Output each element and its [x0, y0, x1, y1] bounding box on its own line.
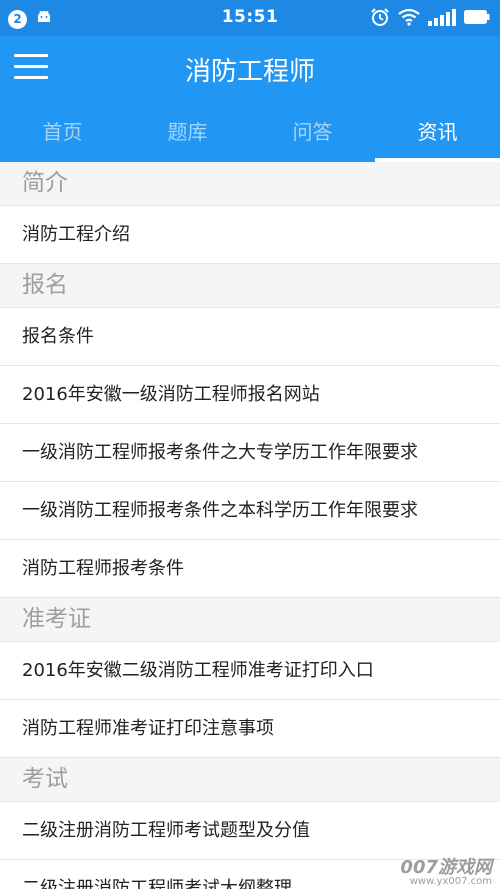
wifi-icon	[398, 8, 420, 30]
section-header-exam: 考试	[0, 758, 500, 802]
alarm-clock-icon	[370, 7, 390, 31]
list-item[interactable]: 2016年安徽一级消防工程师报名网站	[0, 366, 500, 424]
section-header-admission-ticket: 准考证	[0, 598, 500, 642]
status-bar: 2 15:51	[0, 0, 500, 36]
tab-bar: 首页 题库 问答 资讯	[0, 106, 500, 162]
battery-icon	[464, 9, 490, 29]
site-watermark: 007游戏网 www.yx007.com	[400, 853, 492, 887]
list-item[interactable]: 消防工程师报考条件	[0, 540, 500, 598]
list-item[interactable]: 报名条件	[0, 308, 500, 366]
list-item[interactable]: 一级消防工程师报考条件之大专学历工作年限要求	[0, 424, 500, 482]
list-item[interactable]: 2016年安徽二级消防工程师准考证打印入口	[0, 642, 500, 700]
app-bar: 消防工程师	[0, 36, 500, 106]
tab-question-bank[interactable]: 题库	[125, 106, 250, 162]
tab-home[interactable]: 首页	[0, 106, 125, 162]
watermark-url: www.yx007.com	[409, 876, 492, 887]
tab-news[interactable]: 资讯	[375, 106, 500, 162]
section-header-registration: 报名	[0, 264, 500, 308]
list-item[interactable]: 一级消防工程师报考条件之本科学历工作年限要求	[0, 482, 500, 540]
section-header-intro: 简介	[0, 162, 500, 206]
list-item[interactable]: 消防工程师准考证打印注意事项	[0, 700, 500, 758]
app-title: 消防工程师	[184, 57, 315, 87]
list-item[interactable]: 二级注册消防工程师考试题型及分值	[0, 802, 500, 860]
tab-qa[interactable]: 问答	[250, 106, 375, 162]
list-item[interactable]: 消防工程介绍	[0, 206, 500, 264]
signal-strength-icon	[428, 8, 456, 30]
news-list: 简介 消防工程介绍 报名 报名条件 2016年安徽一级消防工程师报名网站 一级消…	[0, 162, 500, 889]
status-right	[370, 7, 490, 31]
